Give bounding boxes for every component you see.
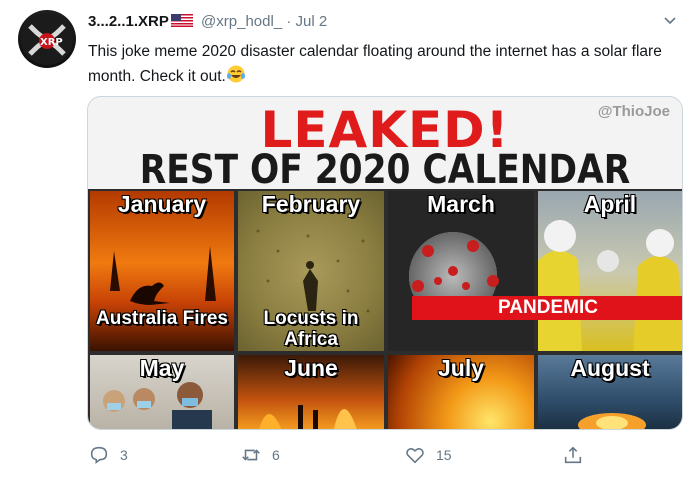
heart-icon bbox=[406, 448, 424, 464]
chevron-down-icon[interactable] bbox=[662, 12, 678, 28]
pandemic-banner: PANDEMIC bbox=[388, 296, 682, 322]
calendar-cell-april: April bbox=[536, 189, 682, 353]
tweet-body: This joke meme 2020 disaster calendar fl… bbox=[88, 43, 662, 85]
tears-of-joy-emoji bbox=[226, 65, 245, 83]
svg-text:XRP: XRP bbox=[40, 37, 63, 48]
handle[interactable]: @xrp_hodl_ bbox=[201, 13, 282, 30]
calendar-cell-may: May bbox=[88, 353, 236, 429]
month-label: May bbox=[139, 355, 185, 381]
share-button[interactable] bbox=[562, 443, 594, 467]
us-flag-icon bbox=[170, 14, 193, 27]
retweet-count: 6 bbox=[272, 447, 280, 463]
month-caption: Australia Fires bbox=[96, 308, 228, 329]
tweet-date[interactable]: Jul 2 bbox=[296, 13, 328, 30]
month-label: August bbox=[570, 355, 650, 381]
month-label: June bbox=[284, 355, 338, 381]
share-icon bbox=[564, 446, 582, 464]
month-label: January bbox=[117, 191, 207, 217]
display-name[interactable]: 3...2..1.XRP bbox=[88, 13, 169, 30]
pandemic-label: PANDEMIC bbox=[498, 297, 598, 318]
calendar-cell-february: February Locusts in Africa bbox=[236, 189, 386, 353]
tweet-header: 3...2..1.XRP @xrp_hodl_ · Jul 2 bbox=[88, 13, 327, 30]
tweet-media-image[interactable]: @ThioJoe LEAKED! REST OF 2020 CALENDAR J… bbox=[87, 96, 683, 430]
image-subheadline: REST OF 2020 CALENDAR bbox=[139, 147, 631, 193]
calendar-cell-august: August bbox=[536, 353, 682, 429]
retweet-button[interactable]: 6 bbox=[240, 443, 280, 467]
calendar-cell-june: June bbox=[236, 353, 386, 429]
tweet-actions: 3 6 15 bbox=[88, 443, 688, 467]
calendar-cell-january: January Australia Fires bbox=[88, 189, 236, 353]
reply-count: 3 bbox=[120, 447, 128, 463]
calendar-cell-march: March bbox=[386, 189, 536, 353]
avatar[interactable]: XRP bbox=[18, 10, 76, 68]
reply-icon bbox=[90, 446, 108, 464]
month-label: July bbox=[437, 355, 485, 381]
like-button[interactable]: 15 bbox=[404, 443, 452, 467]
tweet-text: This joke meme 2020 disaster calendar fl… bbox=[88, 40, 678, 89]
separator: · bbox=[286, 13, 292, 30]
calendar-cell-july: July bbox=[386, 353, 536, 429]
month-label: February bbox=[261, 191, 361, 217]
like-count: 15 bbox=[436, 447, 452, 463]
avatar-image: XRP bbox=[21, 13, 73, 65]
month-caption: Locusts in Africa bbox=[263, 308, 359, 350]
month-label: March bbox=[427, 191, 495, 217]
month-label: April bbox=[583, 191, 637, 217]
retweet-icon bbox=[242, 449, 260, 461]
reply-button[interactable]: 3 bbox=[88, 443, 128, 467]
